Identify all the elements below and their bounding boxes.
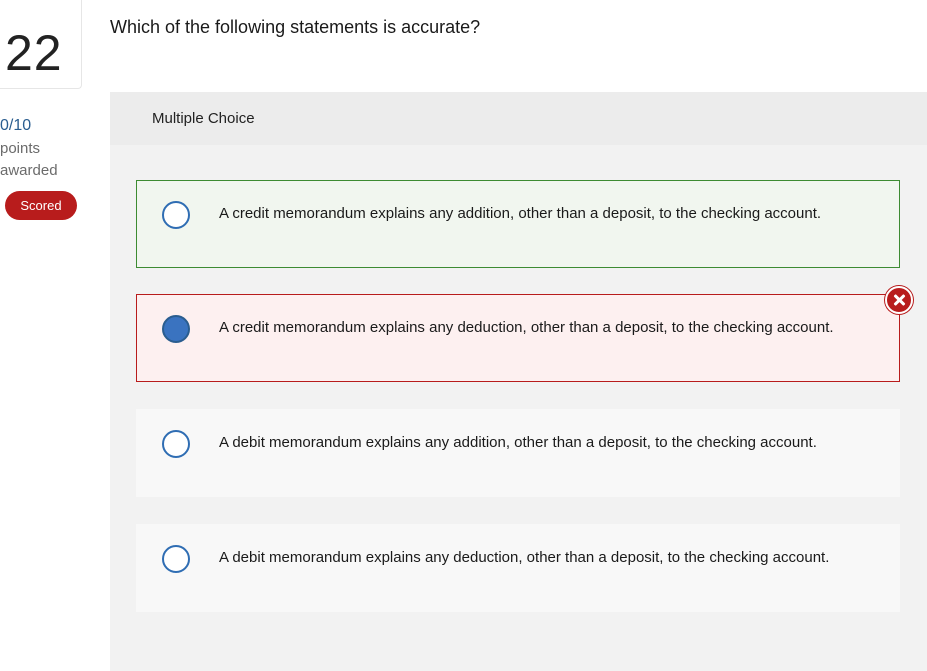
x-circle-icon xyxy=(885,286,913,314)
radio-button-icon[interactable] xyxy=(162,201,190,229)
scored-badge: Scored xyxy=(5,191,77,220)
question-number-box: 22 xyxy=(0,0,82,89)
answer-option-2[interactable]: A credit memorandum explains any deducti… xyxy=(136,294,900,382)
score-value: 0/10 xyxy=(0,117,32,134)
radio-button-icon[interactable] xyxy=(162,430,190,458)
radio-button-selected-icon[interactable] xyxy=(162,315,190,343)
answer-option-text: A debit memorandum explains any addition… xyxy=(219,434,817,451)
points-label: points xyxy=(0,140,41,157)
radio-button-icon[interactable] xyxy=(162,545,190,573)
answer-option-text: A credit memorandum explains any additio… xyxy=(219,205,822,222)
question-text: Which of the following statements is acc… xyxy=(110,17,481,37)
answer-panel: Multiple Choice A credit memorandum expl… xyxy=(110,92,927,671)
question-type-header: Multiple Choice xyxy=(110,92,927,145)
answer-option-4[interactable]: A debit memorandum explains any deductio… xyxy=(136,524,900,612)
answer-option-text: A debit memorandum explains any deductio… xyxy=(219,549,830,566)
answer-option-1[interactable]: A credit memorandum explains any additio… xyxy=(136,180,900,268)
question-number: 22 xyxy=(5,25,63,81)
answer-option-text: A credit memorandum explains any deducti… xyxy=(219,319,834,336)
answer-option-3[interactable]: A debit memorandum explains any addition… xyxy=(136,409,900,497)
awarded-label: awarded xyxy=(0,162,58,179)
